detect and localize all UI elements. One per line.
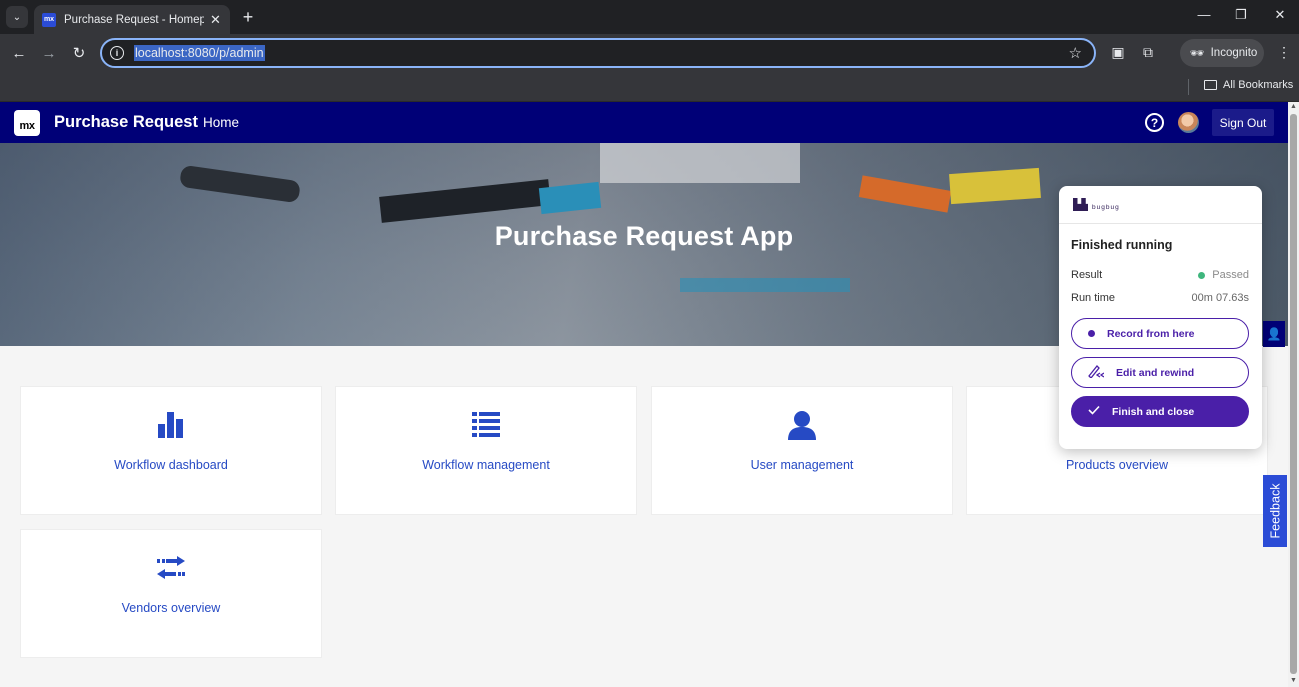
bookmarks-separator [1188,79,1189,95]
minimize-icon[interactable]: — [1194,7,1214,22]
rewind-edit-icon [1088,364,1105,381]
mendix-logo[interactable]: mx [14,110,40,136]
check-icon [1088,405,1100,418]
card-workflow-dashboard[interactable]: Workflow dashboard [20,386,322,515]
result-label: Result [1071,269,1103,281]
incognito-icon: 🕶 [1190,48,1205,60]
tab-search-chevron-icon[interactable]: ⌄ [6,6,28,28]
page-scrollbar[interactable]: ▲ ▼ [1288,102,1299,687]
avatar[interactable] [1178,112,1199,133]
bar-chart-icon [158,409,184,441]
edit-button-label: Edit and rewind [1116,366,1195,379]
reload-icon[interactable]: ↻ [68,42,90,64]
window-close-icon[interactable]: ✕ [1270,7,1290,23]
record-from-here-button[interactable]: Record from here [1071,318,1249,349]
card-label: Workflow dashboard [114,458,228,472]
card-vendors-overview[interactable]: Vendors overview [20,529,322,658]
extensions-puzzle-icon[interactable]: ⧉ [1138,44,1158,61]
browser-tabstrip: ⌄ mx Purchase Request - Homepage ✕ + — ❐… [0,0,1299,34]
extension-bugbug-icon[interactable]: ▣ [1108,44,1128,61]
hero-chart-line-shape [680,278,850,292]
incognito-label: Incognito [1210,47,1258,59]
app-title: Purchase Request [54,113,198,131]
scroll-up-icon[interactable]: ▲ [1289,103,1298,110]
browser-toolbar: ← → ↻ i localhost:8080/p/admin ☆ ▣ ⧉ 🕶 I… [0,34,1299,72]
url-text[interactable]: localhost:8080/p/admin [134,45,265,61]
bugbug-logo-text: bugbug [1092,204,1120,211]
runtime-row: Run time 00m 07.63s [1071,292,1249,304]
hero-pen-shape [179,164,301,204]
bugbug-logo-icon [1073,198,1088,211]
card-label: User management [750,458,854,472]
card-label: Vendors overview [121,601,221,615]
hero-paper-shape [600,143,800,183]
result-row: Result Passed [1071,269,1249,281]
nav-home-link[interactable]: Home [203,115,239,130]
bookmark-star-icon[interactable]: ☆ [1069,44,1082,62]
restore-icon[interactable]: ❐ [1231,7,1251,23]
browser-tab[interactable]: mx Purchase Request - Homepage ✕ [34,5,230,34]
bugbug-panel: bugbug Finished running Result Passed Ru… [1059,186,1262,449]
bugbug-logo: bugbug [1073,198,1120,211]
finish-and-close-button[interactable]: Finish and close [1071,396,1249,427]
folder-icon [1204,80,1217,90]
hero-orange-marker-shape [858,175,952,213]
edit-and-rewind-button[interactable]: Edit and rewind [1071,357,1249,388]
incognito-badge[interactable]: 🕶 Incognito [1180,39,1264,67]
hero-sticky-note-shape [949,167,1041,205]
run-status: Finished running [1071,238,1173,252]
hero-marker-shape [379,179,551,223]
scroll-thumb[interactable] [1290,114,1297,674]
app-navbar: mx Purchase Request Home ? Sign Out [0,102,1288,143]
hero-marker-cap-shape [538,181,602,215]
tab-close-icon[interactable]: ✕ [210,12,221,28]
user-icon [788,409,816,441]
card-label: Workflow management [422,458,550,472]
help-icon[interactable]: ? [1145,113,1164,132]
scroll-down-icon[interactable]: ▼ [1289,677,1298,684]
new-tab-icon[interactable]: + [238,6,258,28]
record-dot-icon [1088,330,1095,337]
card-workflow-management[interactable]: Workflow management [335,386,637,515]
result-value-text: Passed [1212,269,1249,281]
exchange-icon [157,552,185,584]
record-button-label: Record from here [1107,327,1195,340]
all-bookmarks-label: All Bookmarks [1223,79,1294,91]
bookmarks-bar: All Bookmarks [0,72,1299,102]
back-icon[interactable]: ← [8,42,30,64]
passed-status-icon [1198,271,1206,279]
finish-button-label: Finish and close [1112,405,1195,418]
runtime-label: Run time [1071,292,1116,304]
feedback-tab[interactable]: Feedback [1263,475,1287,547]
result-value: Passed [1198,269,1249,281]
bugbug-header: bugbug [1059,186,1262,224]
card-user-management[interactable]: User management [651,386,953,515]
sign-out-button[interactable]: Sign Out [1212,109,1274,136]
tab-title: Purchase Request - Homepage [64,13,204,26]
browser-menu-icon[interactable]: ⋮ [1277,44,1291,61]
address-bar[interactable]: i localhost:8080/p/admin ☆ [100,38,1096,68]
tab-favicon: mx [42,12,56,27]
all-bookmarks-button[interactable]: All Bookmarks [1204,79,1293,91]
runtime-value: 00m 07.63s [1191,292,1249,304]
feedback-label: Feedback [1268,483,1282,539]
site-info-icon[interactable]: i [110,46,124,60]
user-switch-icon[interactable]: 👤 [1263,321,1285,347]
forward-icon[interactable]: → [38,42,60,64]
card-label: Products overview [1065,458,1169,472]
list-icon [472,409,500,441]
